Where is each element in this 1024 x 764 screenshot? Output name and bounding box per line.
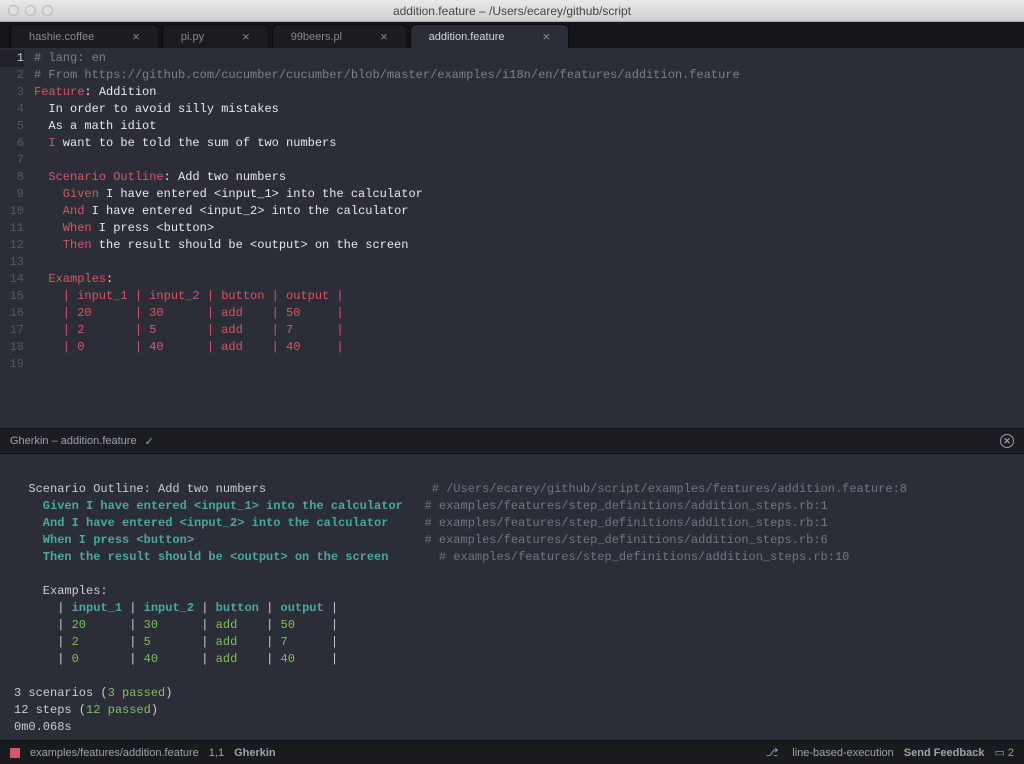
tab-hashie-coffee[interactable]: hashie.coffee × bbox=[10, 24, 159, 48]
code-area[interactable]: # lang: en # From https://github.com/cuc… bbox=[30, 48, 1024, 428]
out-line: Then the result should be <output> on th… bbox=[14, 550, 849, 564]
status-bar: examples/features/addition.feature 1,1 G… bbox=[0, 740, 1024, 764]
notification-badge[interactable]: 2 bbox=[994, 746, 1014, 759]
status-path[interactable]: examples/features/addition.feature bbox=[30, 747, 199, 759]
code-line: As a math idiot bbox=[34, 119, 156, 133]
code-line: | 20 | 30 | add | 50 | bbox=[34, 306, 344, 320]
code-line: | 2 | 5 | add | 7 | bbox=[34, 323, 344, 337]
zoom-window-button[interactable] bbox=[42, 5, 53, 16]
traffic-lights bbox=[0, 5, 53, 16]
code-line: When I press <button> bbox=[34, 221, 214, 235]
out-summary: 3 scenarios (3 passed) bbox=[14, 686, 172, 700]
title-bar: addition.feature – /Users/ecarey/github/… bbox=[0, 0, 1024, 22]
close-window-button[interactable] bbox=[8, 5, 19, 16]
panel-header: Gherkin – addition.feature ✓ ✕ bbox=[0, 428, 1024, 454]
code-line: Scenario Outline: Add two numbers bbox=[34, 170, 286, 184]
editor[interactable]: 12345678910111213141516171819 # lang: en… bbox=[0, 48, 1024, 428]
code-line: In order to avoid silly mistakes bbox=[34, 102, 279, 116]
out-table-row: | 20 | 30 | add | 50 | bbox=[14, 618, 338, 632]
code-line: # From https://github.com/cucumber/cucum… bbox=[34, 68, 740, 82]
out-line: When I press <button> # examples/feature… bbox=[14, 533, 828, 547]
minimize-window-button[interactable] bbox=[25, 5, 36, 16]
output-panel[interactable]: Scenario Outline: Add two numbers # /Use… bbox=[0, 454, 1024, 740]
code-line: Examples: bbox=[34, 272, 113, 286]
close-icon[interactable]: × bbox=[132, 29, 140, 44]
window-title: addition.feature – /Users/ecarey/github/… bbox=[0, 4, 1024, 18]
out-table-row: | 0 | 40 | add | 40 | bbox=[14, 652, 338, 666]
code-line: | input_1 | input_2 | button | output | bbox=[34, 289, 344, 303]
tab-label: 99beers.pl bbox=[291, 31, 342, 43]
code-line: Given I have entered <input_1> into the … bbox=[34, 187, 423, 201]
status-branch[interactable]: line-based-execution bbox=[792, 747, 894, 759]
tab-label: pi.py bbox=[181, 31, 204, 43]
tab-addition-feature[interactable]: addition.feature × bbox=[410, 24, 569, 48]
gutter: 12345678910111213141516171819 bbox=[0, 48, 30, 428]
tab-label: hashie.coffee bbox=[29, 31, 94, 43]
code-line: Then the result should be <output> on th… bbox=[34, 238, 408, 252]
branch-icon bbox=[766, 746, 783, 759]
close-icon[interactable]: × bbox=[242, 29, 250, 44]
status-language[interactable]: Gherkin bbox=[234, 747, 276, 759]
tab-bar: hashie.coffee × pi.py × 99beers.pl × add… bbox=[0, 22, 1024, 48]
out-line: Given I have entered <input_1> into the … bbox=[14, 499, 828, 513]
out-line: And I have entered <input_2> into the ca… bbox=[14, 516, 828, 530]
out-line: Examples: bbox=[14, 584, 108, 598]
out-table-header: | input_1 | input_2 | button | output | bbox=[14, 601, 338, 615]
code-line: | 0 | 40 | add | 40 | bbox=[34, 340, 344, 354]
code-line: Feature: Addition bbox=[34, 85, 156, 99]
close-icon[interactable]: × bbox=[380, 29, 388, 44]
tab-label: addition.feature bbox=[429, 31, 505, 43]
panel-title: Gherkin – addition.feature bbox=[10, 435, 137, 447]
check-icon: ✓ bbox=[145, 435, 154, 448]
code-line: I want to be told the sum of two numbers bbox=[34, 136, 336, 150]
close-icon[interactable]: × bbox=[543, 29, 551, 44]
tab-99beers-pl[interactable]: 99beers.pl × bbox=[272, 24, 407, 48]
tab-pi-py[interactable]: pi.py × bbox=[162, 24, 269, 48]
out-line: Scenario Outline: Add two numbers # /Use… bbox=[14, 482, 907, 496]
out-table-row: | 2 | 5 | add | 7 | bbox=[14, 635, 338, 649]
out-summary: 12 steps (12 passed) bbox=[14, 703, 158, 717]
send-feedback-link[interactable]: Send Feedback bbox=[904, 747, 985, 759]
bell-icon bbox=[994, 747, 1007, 759]
close-panel-button[interactable]: ✕ bbox=[1000, 434, 1014, 448]
status-indicator-icon bbox=[10, 748, 20, 758]
status-cursor[interactable]: 1,1 bbox=[209, 747, 224, 759]
code-line: # lang: en bbox=[34, 51, 106, 65]
code-line: And I have entered <input_2> into the ca… bbox=[34, 204, 408, 218]
out-time: 0m0.068s bbox=[14, 720, 72, 734]
